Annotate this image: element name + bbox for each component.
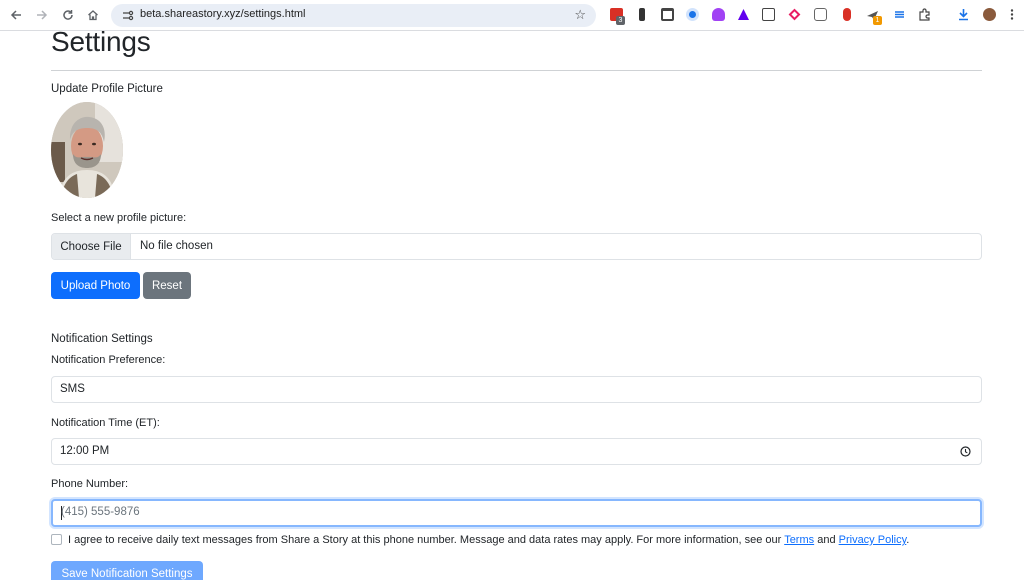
privacy-policy-link[interactable]: Privacy Policy <box>839 534 907 546</box>
reload-icon[interactable] <box>59 6 77 24</box>
extension-triangle-icon[interactable] <box>737 8 750 21</box>
extension-eye-icon[interactable] <box>686 8 699 21</box>
phone-number-label: Phone Number: <box>51 478 129 490</box>
notification-time-value: 12:00 PM <box>60 445 110 457</box>
profile-picture-heading: Update Profile Picture <box>51 83 163 95</box>
extension-badge: 3 <box>616 16 625 25</box>
forward-icon[interactable] <box>33 6 51 24</box>
notification-preference-select[interactable]: SMS <box>51 376 982 403</box>
site-info-icon[interactable] <box>121 9 134 22</box>
url-text: beta.shareastory.xyz/settings.html <box>140 8 306 20</box>
extensions-puzzle-icon[interactable] <box>918 8 931 21</box>
clock-icon[interactable] <box>960 446 971 457</box>
extension-s-icon[interactable] <box>893 8 906 21</box>
bookmark-star-icon[interactable]: ☆ <box>574 7 586 23</box>
phone-number-input[interactable]: (415) 555-9876 <box>51 499 982 527</box>
back-icon[interactable] <box>7 6 25 24</box>
profile-picture-file-input[interactable]: Choose File No file chosen <box>51 233 982 260</box>
menu-dots-icon[interactable] <box>1010 8 1014 21</box>
extension-diamond-icon[interactable] <box>788 8 801 21</box>
consent-and: and <box>817 534 836 546</box>
consent-text: I agree to receive daily text messages f… <box>68 534 782 546</box>
select-picture-label: Select a new profile picture: <box>51 212 187 224</box>
profile-photo-image <box>51 102 123 198</box>
terms-link[interactable]: Terms <box>784 534 814 546</box>
upload-photo-button[interactable]: Upload Photo <box>51 272 140 299</box>
avatar <box>51 102 123 198</box>
title-divider <box>51 70 982 71</box>
address-bar[interactable]: beta.shareastory.xyz/settings.html ☆ <box>111 4 596 27</box>
download-icon[interactable] <box>957 8 970 21</box>
home-icon[interactable] <box>84 6 102 24</box>
extension-instapaper-icon[interactable] <box>639 8 645 21</box>
sms-consent-text: I agree to receive daily text messages f… <box>68 534 909 546</box>
notification-time-input[interactable]: 12:00 PM <box>51 438 982 465</box>
extension-mic-icon[interactable] <box>843 8 851 21</box>
notification-time-label: Notification Time (ET): <box>51 417 160 429</box>
page-title: Settings <box>51 26 151 57</box>
extension-library-icon[interactable] <box>661 8 674 21</box>
consent-period: . <box>906 534 910 546</box>
extension-badge: 1 <box>873 16 882 25</box>
notification-settings-heading: Notification Settings <box>51 333 153 345</box>
choose-file-button[interactable]: Choose File <box>52 234 131 259</box>
reset-button[interactable]: Reset <box>143 272 191 299</box>
save-notification-settings-button[interactable]: Save Notification Settings <box>51 561 203 580</box>
file-status-text: No file chosen <box>140 240 213 252</box>
notification-preference-label: Notification Preference: <box>51 354 166 366</box>
notification-preference-value: SMS <box>60 383 85 395</box>
profile-avatar-icon[interactable] <box>983 8 996 21</box>
extension-camera-icon[interactable] <box>814 8 827 21</box>
sms-consent-checkbox[interactable] <box>51 534 62 545</box>
extension-flame-icon[interactable] <box>712 8 725 21</box>
phone-number-placeholder: (415) 555-9876 <box>61 506 140 518</box>
browser-toolbar: beta.shareastory.xyz/settings.html ☆ 3 1 <box>0 0 1024 31</box>
extension-copy-icon[interactable] <box>762 8 775 21</box>
